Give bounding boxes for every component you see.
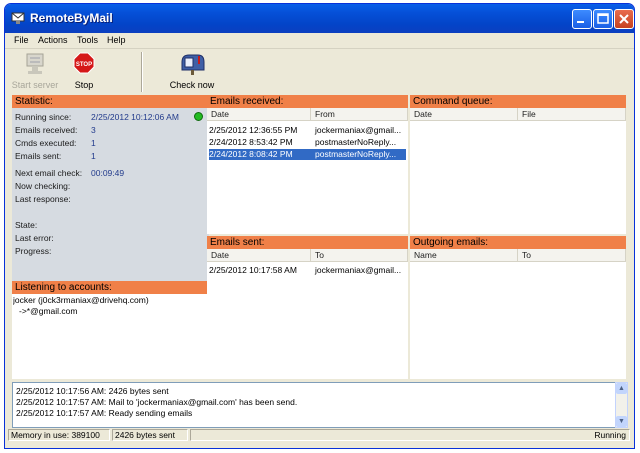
app-window: RemoteByMail File Actions Tools Help Sta… bbox=[4, 3, 635, 449]
table-row[interactable]: 2/25/2012 12:36:55 PM jockermaniax@gmail… bbox=[209, 125, 406, 136]
table-row[interactable]: 2/24/2012 8:53:42 PM postmasterNoReply..… bbox=[209, 137, 406, 148]
emails-received-label: Emails received: bbox=[15, 125, 78, 135]
maximize-icon bbox=[597, 13, 609, 24]
status-bar: Memory in use: 389100 2426 bytes sent Ru… bbox=[5, 428, 634, 442]
received-from: postmasterNoReply... bbox=[315, 137, 397, 147]
received-col-date[interactable]: Date bbox=[207, 108, 311, 121]
emails-sent-header: Emails sent: bbox=[207, 236, 408, 249]
close-button[interactable] bbox=[614, 9, 634, 29]
next-check-value: 00:09:49 bbox=[91, 168, 125, 178]
statistic-header: Statistic: bbox=[12, 95, 209, 108]
state-label: State: bbox=[15, 220, 38, 230]
menu-bar: File Actions Tools Help bbox=[5, 33, 634, 49]
sent-col-date[interactable]: Date bbox=[207, 249, 311, 262]
statistic-panel: Statistic: Running since: 2/25/2012 10:1… bbox=[12, 95, 209, 379]
scroll-up-icon[interactable]: ▲ bbox=[616, 383, 627, 394]
sent-date: 2/25/2012 10:17:58 AM bbox=[209, 265, 297, 275]
received-from: jockermaniax@gmail... bbox=[315, 125, 402, 135]
status-led-icon bbox=[194, 112, 203, 121]
command-queue-panel: Command queue: Date File bbox=[410, 95, 626, 234]
minimize-icon bbox=[577, 21, 584, 23]
start-server-button[interactable]: Start server bbox=[11, 52, 59, 90]
cmds-executed-label: Cmds executed: bbox=[15, 138, 77, 148]
outgoing-col-to[interactable]: To bbox=[518, 249, 626, 262]
mailbox-icon bbox=[181, 54, 205, 75]
outgoing-col-name[interactable]: Name bbox=[410, 249, 518, 262]
menu-actions[interactable]: Actions bbox=[38, 35, 68, 45]
command-queue-header: Command queue: bbox=[410, 95, 626, 108]
next-check-label: Next email check: bbox=[15, 168, 83, 178]
emails-received-value: 3 bbox=[91, 125, 96, 135]
now-checking-label: Now checking: bbox=[15, 181, 71, 191]
log-line: 2/25/2012 10:17:57 AM: Mail to 'jockerma… bbox=[16, 397, 298, 407]
running-since-value: 2/25/2012 10:12:06 AM bbox=[91, 112, 179, 122]
app-icon bbox=[11, 12, 25, 24]
emails-sent-panel: Emails sent: Date To 2/25/2012 10:17:58 … bbox=[207, 236, 408, 379]
queue-col-file[interactable]: File bbox=[518, 108, 626, 121]
close-icon bbox=[619, 14, 629, 24]
queue-col-date[interactable]: Date bbox=[410, 108, 518, 121]
received-date: 2/24/2012 8:53:42 PM bbox=[209, 137, 293, 147]
emails-received-header: Emails received: bbox=[207, 95, 408, 108]
received-date: 2/25/2012 12:36:55 PM bbox=[209, 125, 298, 135]
emails-received-panel: Emails received: Date From 2/25/2012 12:… bbox=[207, 95, 408, 234]
running-status: Running bbox=[190, 429, 630, 441]
log-line: 2/25/2012 10:17:57 AM: Ready sending ema… bbox=[16, 408, 193, 418]
account-filter-line[interactable]: ->*@gmail.com bbox=[19, 306, 209, 317]
menu-help[interactable]: Help bbox=[107, 35, 126, 45]
log-box[interactable]: 2/25/2012 10:17:56 AM: 2426 bytes sent 2… bbox=[12, 382, 628, 428]
title-bar[interactable]: RemoteByMail bbox=[5, 4, 634, 33]
menu-file[interactable]: File bbox=[14, 35, 29, 45]
menu-tools[interactable]: Tools bbox=[77, 35, 98, 45]
toolbar-separator bbox=[141, 52, 143, 92]
last-response-label: Last response: bbox=[15, 194, 71, 204]
memory-status: Memory in use: 389100 bbox=[8, 429, 110, 441]
emails-sent-value: 1 bbox=[91, 151, 96, 161]
start-server-label: Start server bbox=[11, 80, 59, 90]
check-now-button[interactable]: Check now bbox=[167, 52, 217, 90]
toolbar: Start server STOP Stop Check now bbox=[5, 50, 634, 96]
scroll-down-icon[interactable]: ▼ bbox=[616, 416, 627, 427]
sent-col-to[interactable]: To bbox=[311, 249, 408, 262]
sent-to: jockermaniax@gmail... bbox=[315, 265, 402, 275]
stop-sign-icon: STOP bbox=[73, 52, 95, 74]
running-since-label: Running since: bbox=[15, 112, 72, 122]
cmds-executed-value: 1 bbox=[91, 138, 96, 148]
outgoing-emails-panel: Outgoing emails: Name To bbox=[410, 236, 626, 379]
stop-sign-text: STOP bbox=[76, 62, 92, 68]
stop-label: Stop bbox=[74, 80, 94, 90]
received-from: postmasterNoReply... bbox=[315, 149, 397, 159]
outgoing-emails-header: Outgoing emails: bbox=[410, 236, 626, 249]
account-line[interactable]: jocker (j0ck3rmaniax@drivehq.com) bbox=[13, 295, 208, 306]
received-col-from[interactable]: From bbox=[311, 108, 408, 121]
table-row-selected[interactable]: 2/24/2012 8:08:42 PM postmasterNoReply..… bbox=[209, 149, 406, 160]
log-scrollbar[interactable]: ▲ ▼ bbox=[615, 382, 628, 428]
maximize-button[interactable] bbox=[593, 9, 613, 29]
log-line: 2/25/2012 10:17:56 AM: 2426 bytes sent bbox=[16, 386, 169, 396]
table-row[interactable]: 2/25/2012 10:17:58 AM jockermaniax@gmail… bbox=[209, 265, 406, 276]
window-title: RemoteByMail bbox=[30, 11, 113, 25]
stop-button[interactable]: STOP Stop bbox=[69, 52, 99, 90]
check-now-label: Check now bbox=[169, 80, 215, 90]
emails-sent-label: Emails sent: bbox=[15, 151, 62, 161]
received-date: 2/24/2012 8:08:42 PM bbox=[209, 149, 293, 159]
server-icon bbox=[26, 53, 44, 74]
minimize-button[interactable] bbox=[572, 9, 592, 29]
accounts-header: Listening to accounts: bbox=[12, 281, 209, 294]
accounts-panel: Listening to accounts: jocker (j0ck3rman… bbox=[12, 281, 209, 379]
progress-label: Progress: bbox=[15, 246, 52, 256]
bytes-status: 2426 bytes sent bbox=[112, 429, 188, 441]
last-error-label: Last error: bbox=[15, 233, 54, 243]
